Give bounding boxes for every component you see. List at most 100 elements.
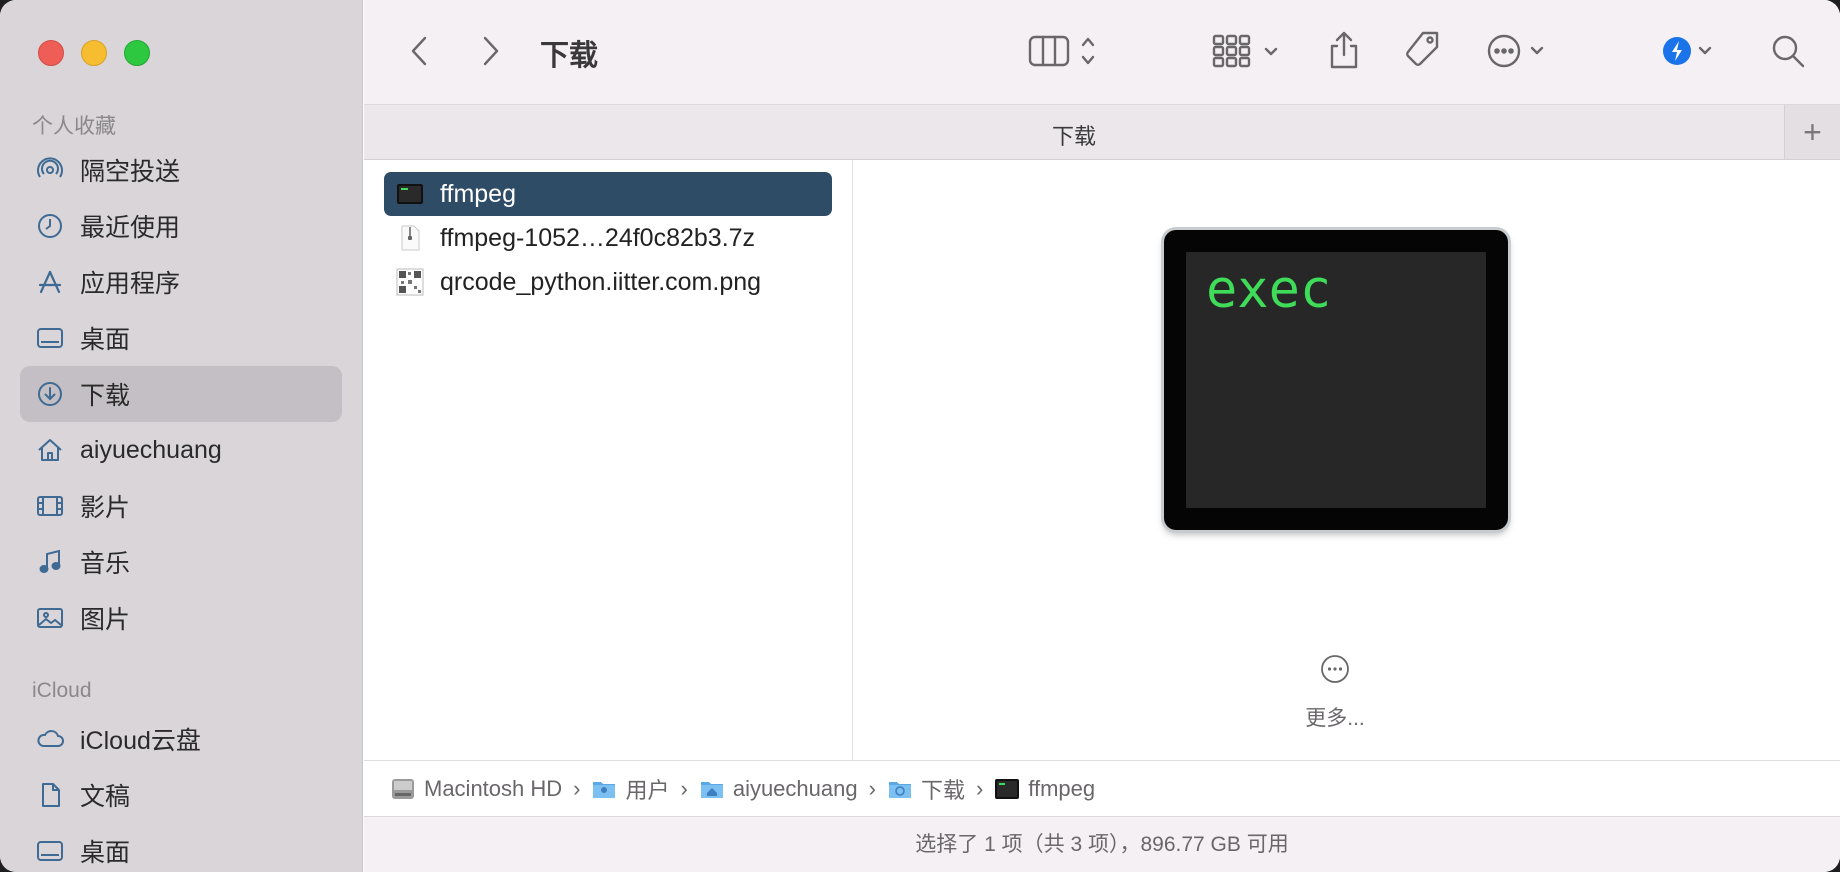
file-row-qrcode[interactable]: qrcode_python.iitter.com.png	[384, 260, 832, 304]
new-tab-button[interactable]: +	[1784, 105, 1840, 159]
exec-file-icon	[397, 184, 423, 204]
path-label: aiyuechuang	[732, 775, 858, 801]
chevron-right-icon: ›	[680, 775, 688, 801]
exec-file-icon	[995, 778, 1020, 799]
clock-icon	[34, 210, 66, 242]
extension-button[interactable]	[1660, 30, 1724, 72]
film-icon	[34, 490, 66, 522]
file-row-ffmpeg[interactable]: ffmpeg	[384, 172, 832, 216]
path-label: Macintosh HD	[424, 775, 563, 801]
sidebar-item-applications[interactable]: 应用程序	[20, 254, 342, 310]
more-icon[interactable]	[1320, 654, 1350, 684]
minimize-button[interactable]	[81, 40, 107, 66]
music-icon	[34, 546, 66, 578]
window-title: 下载	[540, 40, 599, 72]
sidebar-item-icloud-drive[interactable]: iCloud云盘	[20, 711, 342, 767]
group-button[interactable]	[1212, 30, 1284, 72]
column-view-icon	[1028, 35, 1095, 67]
sidebar-item-label: 下载	[80, 382, 131, 410]
favorites-section-title: 个人收藏	[32, 115, 116, 138]
view-mode-button[interactable]	[1028, 30, 1108, 72]
sidebar-item-label: aiyuechuang	[80, 435, 222, 464]
image-file-icon	[396, 268, 424, 296]
terminal-screen: exec	[1186, 252, 1486, 508]
icloud-list: iCloud云盘 文稿 桌面	[20, 711, 342, 872]
file-name: qrcode_python.iitter.com.png	[440, 267, 762, 296]
sidebar-item-label: 桌面	[80, 326, 131, 354]
zoom-button[interactable]	[124, 40, 150, 66]
desktop-icon	[34, 322, 66, 354]
chevron-left-icon	[411, 36, 427, 66]
hard-drive-icon	[392, 778, 414, 799]
applications-icon	[34, 266, 66, 298]
exec-label: exec	[1206, 260, 1332, 320]
file-column: ffmpeg ffmpeg-1052…24f0c82b3.7z qrcode_p…	[364, 160, 853, 760]
desktop-icon	[34, 835, 66, 867]
sidebar-item-documents[interactable]: 文稿	[20, 767, 342, 823]
cloud-icon	[34, 723, 66, 755]
file-name: ffmpeg	[440, 179, 516, 208]
sidebar-item-label: 应用程序	[80, 270, 181, 298]
sidebar-item-label: iCloud云盘	[80, 727, 201, 755]
sidebar-item-home[interactable]: aiyuechuang	[20, 422, 342, 478]
status-bar: 选择了 1 项（共 3 项），896.77 GB 可用	[364, 816, 1840, 872]
close-button[interactable]	[38, 40, 64, 66]
sidebar-item-label: 最近使用	[80, 214, 181, 242]
main-area: 下载 下载 + ffmpeg ffmpeg-1052…24f0c82b3.7z …	[364, 0, 1840, 872]
path-item-home[interactable]: aiyuechuang ›	[699, 776, 887, 802]
window-controls	[38, 40, 150, 66]
file-row-ffmpeg-archive[interactable]: ffmpeg-1052…24f0c82b3.7z	[384, 216, 832, 260]
home-folder-icon	[700, 781, 723, 798]
chevron-right-icon: ›	[975, 775, 984, 801]
sidebar-item-music[interactable]: 音乐	[20, 534, 342, 590]
tab-bar: 下载 +	[364, 104, 1840, 160]
sidebar: 个人收藏 隔空投送 最近使用 应用程序 桌面 下载 aiyuechuang 影片…	[0, 0, 363, 872]
file-name: ffmpeg-1052…24f0c82b3.7z	[440, 223, 756, 252]
sidebar-item-label: 影片	[80, 494, 131, 522]
sidebar-item-pictures[interactable]: 图片	[20, 590, 342, 646]
path-label: ffmpeg	[1028, 775, 1096, 801]
ellipsis-circle-icon	[1487, 34, 1544, 68]
sidebar-item-downloads[interactable]: 下载	[20, 366, 342, 422]
more-button[interactable]: 更多...	[1274, 702, 1396, 732]
sidebar-item-label: 文稿	[80, 783, 131, 811]
sidebar-item-label: 隔空投送	[80, 158, 181, 186]
path-label: 下载	[920, 777, 965, 803]
sidebar-item-label: 图片	[80, 606, 131, 634]
path-item-downloads[interactable]: 下载 ›	[887, 773, 994, 805]
document-icon	[34, 779, 66, 811]
archive-file-icon	[401, 225, 420, 251]
photo-icon	[34, 602, 66, 634]
path-bar: Macintosh HD › 用户 › aiyuechuang › 下载 › f…	[364, 760, 1840, 816]
path-item-users[interactable]: 用户 ›	[591, 773, 698, 805]
finder-window: 个人收藏 隔空投送 最近使用 应用程序 桌面 下载 aiyuechuang 影片…	[0, 0, 1840, 872]
share-button[interactable]	[1324, 28, 1364, 72]
chevron-right-icon	[483, 36, 499, 66]
preview-pane: exec 更多...	[854, 160, 1840, 760]
sidebar-item-recents[interactable]: 最近使用	[20, 198, 342, 254]
back-button[interactable]	[404, 34, 434, 68]
forward-button[interactable]	[476, 34, 506, 68]
path-item-ffmpeg[interactable]: ffmpeg	[994, 776, 1095, 802]
grid-icon	[1212, 34, 1278, 68]
action-menu-button[interactable]	[1486, 30, 1558, 72]
tag-button[interactable]	[1400, 28, 1444, 72]
path-label: 用户	[625, 777, 670, 803]
toolbar: 下载	[364, 0, 1840, 104]
share-icon	[1330, 31, 1358, 69]
sidebar-item-movies[interactable]: 影片	[20, 478, 342, 534]
sidebar-item-icloud-desktop[interactable]: 桌面	[20, 823, 342, 872]
tag-icon	[1406, 31, 1439, 66]
chevron-right-icon: ›	[573, 775, 581, 801]
home-icon	[34, 434, 66, 466]
airdrop-icon	[34, 154, 66, 186]
shortcut-extension-icon	[1663, 37, 1712, 65]
tab-downloads[interactable]: 下载	[364, 119, 1784, 151]
search-icon	[1772, 35, 1805, 68]
sidebar-item-label: 音乐	[80, 550, 131, 578]
icloud-section-title: iCloud	[32, 679, 92, 702]
sidebar-item-desktop[interactable]: 桌面	[20, 310, 342, 366]
path-item-macintosh-hd[interactable]: Macintosh HD ›	[390, 776, 591, 802]
sidebar-item-airdrop[interactable]: 隔空投送	[20, 142, 342, 198]
search-button[interactable]	[1768, 30, 1808, 72]
